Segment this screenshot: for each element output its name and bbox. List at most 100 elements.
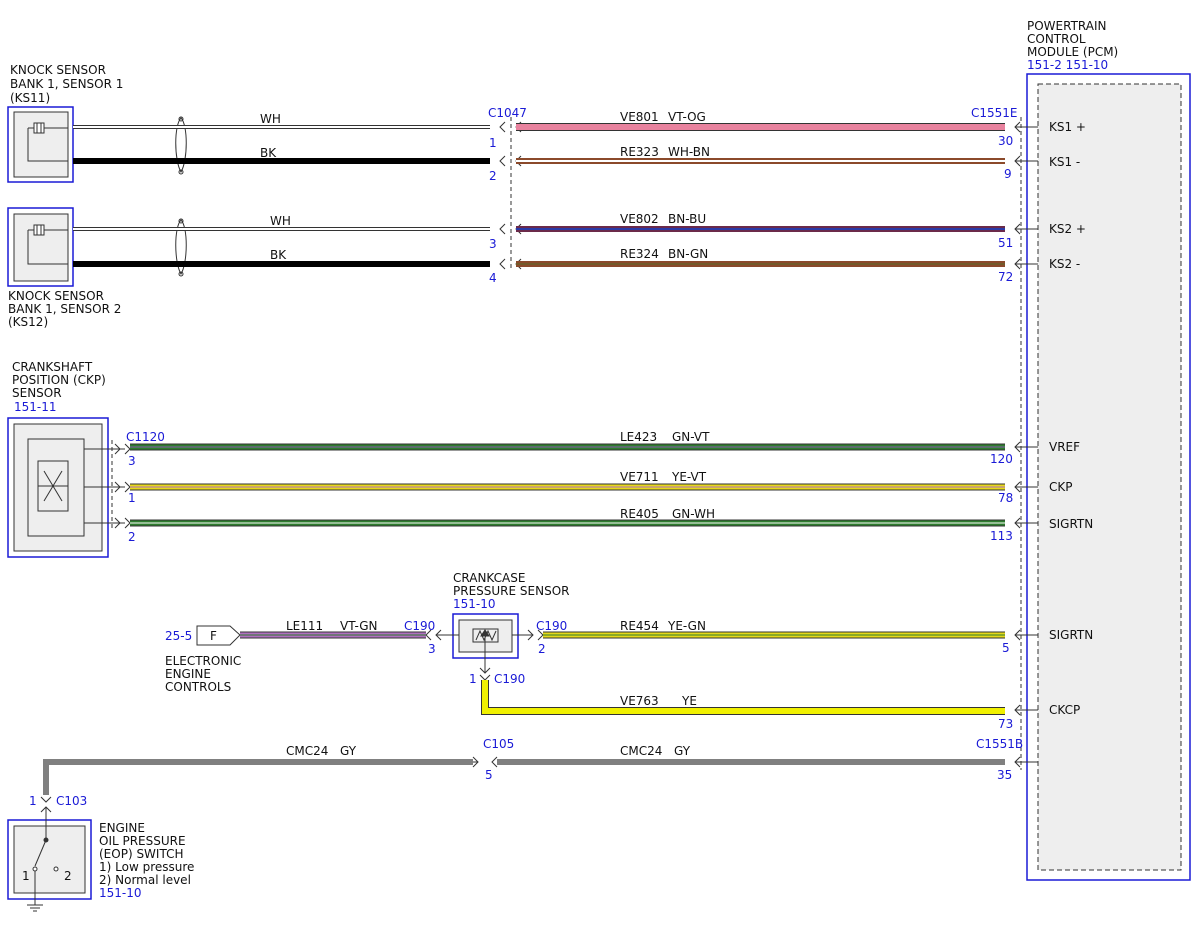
pcm-pin-30: 30 <box>998 134 1013 148</box>
ecc-title-2: ENGINE <box>165 667 211 681</box>
pcm-pin-120: 120 <box>990 452 1013 466</box>
knock-sensor-1: KNOCK SENSOR BANK 1, SENSOR 1 (KS11) <box>7 63 123 183</box>
pcm-pin-ckp: CKP <box>1049 480 1072 494</box>
eop-title-3: (EOP) SWITCH <box>99 847 184 861</box>
pcm-pin-ks2p: KS2 + <box>1049 222 1086 236</box>
pcm-module: POWERTRAIN CONTROL MODULE (PCM) 151-2 15… <box>1020 19 1191 881</box>
ckp-ref[interactable]: 151-11 <box>14 400 57 414</box>
ks12-title-3: (KS12) <box>8 315 48 329</box>
knock-sensor-2: KNOCK SENSOR BANK 1, SENSOR 2 (KS12) <box>7 207 121 329</box>
c1047-pin-4: 4 <box>489 271 497 285</box>
ve763-label: VE763 <box>620 694 659 708</box>
c1047-terminal-icon <box>499 121 506 270</box>
eop-ref[interactable]: 151-10 <box>99 886 142 900</box>
c105-label: C105 <box>483 737 514 751</box>
ks11-title-1: KNOCK SENSOR <box>10 63 106 77</box>
eop-pin-2: 2 <box>64 869 72 883</box>
ks2-bk-label: BK <box>270 248 287 262</box>
ckp-title-1: CRANKSHAFT <box>12 360 93 374</box>
re405-label: RE405 <box>620 507 659 521</box>
ecc-reference: 25-5 F ELECTRONIC ENGINE CONTROLS <box>165 625 241 694</box>
c1120-pin-3: 3 <box>128 454 136 468</box>
ve711-color: YE-VT <box>671 470 707 484</box>
ccp-ref[interactable]: 151-10 <box>453 597 496 611</box>
pcm-pin-sigrtn-2: SIGRTN <box>1049 628 1093 642</box>
c1551e-label: C1551E <box>971 106 1018 120</box>
pcm-pin-ks1n: KS1 - <box>1049 155 1080 169</box>
re324-label: RE324 <box>620 247 659 261</box>
le111-color: VT-GN <box>340 619 377 633</box>
ecc-ref[interactable]: 25-5 <box>165 629 192 643</box>
pcm-pin-35: 35 <box>997 768 1012 782</box>
le423-color: GN-VT <box>672 430 710 444</box>
ckp-title-2: POSITION (CKP) <box>12 373 106 387</box>
ve802-color: BN-BU <box>668 212 706 226</box>
ks11-title-3: (KS11) <box>10 91 50 105</box>
c103-pin-1: 1 <box>29 794 37 808</box>
c1047-label: C1047 <box>488 106 527 120</box>
c1047-pin-3: 3 <box>489 237 497 251</box>
pcm-pin-113: 113 <box>990 529 1013 543</box>
c103-label: C103 <box>56 794 87 808</box>
ks1-bk-label: BK <box>260 146 277 160</box>
wiring-diagram: POWERTRAIN CONTROL MODULE (PCM) 151-2 15… <box>7 19 1191 912</box>
pcm-ref[interactable]: 151-2 151-10 <box>1027 58 1108 72</box>
pcm-title-1: POWERTRAIN <box>1027 19 1107 33</box>
ks12-title-1: KNOCK SENSOR <box>8 289 104 303</box>
re324-wire: RE324 BN-GN <box>515 247 1005 270</box>
cmc24-wire-right: CMC24 GY <box>497 744 1005 765</box>
pcm-pin-vref: VREF <box>1049 440 1080 454</box>
re323-wire: RE323 WH-BN <box>515 145 1005 167</box>
ks1-bk-wire: BK <box>73 146 490 164</box>
ecc-title-3: CONTROLS <box>165 680 231 694</box>
ccp-title-2: PRESSURE SENSOR <box>453 584 569 598</box>
eop-title-5: 2) Normal level <box>99 873 191 887</box>
pcm-pin-9: 9 <box>1004 167 1012 181</box>
c1551e-connector: C1551E 30 9 51 72 <box>971 106 1038 768</box>
c1047-connector: C1047 1 2 3 4 <box>488 106 527 285</box>
pcm-title-3: MODULE (PCM) <box>1027 45 1118 59</box>
c1120-label: C1120 <box>126 430 165 444</box>
cmc24-color-left: GY <box>340 744 357 758</box>
ecc-flag-icon <box>196 625 241 646</box>
pcm-pin-78: 78 <box>998 491 1013 505</box>
ve802-wire: VE802 BN-BU <box>515 212 1005 235</box>
pcm-pin-ks1p: KS1 + <box>1049 120 1086 134</box>
pcm-title-2: CONTROL <box>1027 32 1086 46</box>
pcm-pin-sigrtn: SIGRTN <box>1049 517 1093 531</box>
eop-title-4: 1) Low pressure <box>99 860 194 874</box>
cmc24-label-left: CMC24 <box>286 744 328 758</box>
c190-label-bottom: C190 <box>494 672 525 686</box>
ve711-wire: VE711 YE-VT <box>130 470 1005 491</box>
pcm-body <box>1037 83 1182 871</box>
cmc24-wire-left: CMC24 GY <box>43 744 473 795</box>
ks1-wh-label: WH <box>260 112 281 126</box>
pcm-pin-72: 72 <box>998 270 1013 284</box>
ks11-title-2: BANK 1, SENSOR 1 <box>10 77 123 91</box>
re405-wire: RE405 GN-WH <box>130 507 1005 527</box>
pcm-pin-5: 5 <box>1002 641 1010 655</box>
ccp-title-1: CRANKCASE <box>453 571 525 585</box>
re324-color: BN-GN <box>668 247 708 261</box>
ecc-flag: F <box>210 629 217 643</box>
cmc24-label-right: CMC24 <box>620 744 662 758</box>
le111-wire: LE111 VT-GN <box>240 619 426 639</box>
re405-color: GN-WH <box>672 507 715 521</box>
le423-wire: LE423 GN-VT <box>130 430 1005 451</box>
c1120-pin-1: 1 <box>128 491 136 505</box>
ks2-wh-label: WH <box>270 214 291 228</box>
eop-switch: 1 2 ENGINE OIL PRESSURE (EOP) SWITCH 1) … <box>7 807 194 912</box>
eop-pin-1: 1 <box>22 869 30 883</box>
ckp-sensor: CRANKSHAFT POSITION (CKP) SENSOR 151-11 <box>7 360 125 558</box>
ve802-label: VE802 <box>620 212 659 226</box>
pcm-pin-ks2n: KS2 - <box>1049 257 1080 271</box>
c190-label-right: C190 <box>536 619 567 633</box>
re323-label: RE323 <box>620 145 659 159</box>
ks2-wh-wire: WH <box>73 214 490 231</box>
ks1-wh-wire: WH <box>73 112 490 129</box>
ve711-label: VE711 <box>620 470 659 484</box>
c1551b-label: C1551B <box>976 737 1023 751</box>
ve801-wire: VE801 VT-OG <box>515 110 1005 133</box>
ve763-wire: VE763 YE <box>481 680 1005 715</box>
pcm-pin-51: 51 <box>998 236 1013 250</box>
